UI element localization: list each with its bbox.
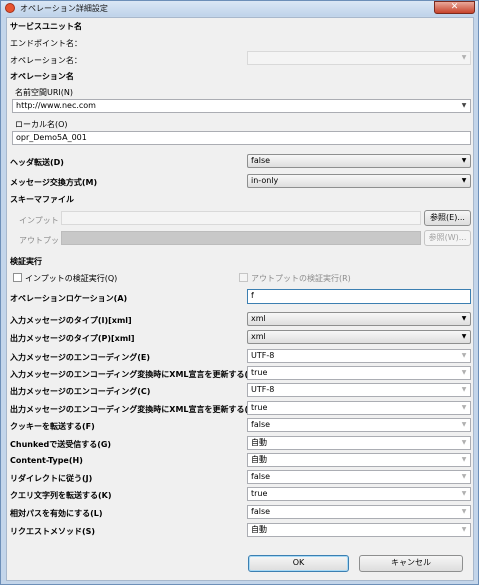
setting-value: true	[251, 403, 268, 412]
chevron-down-icon: ▼	[461, 177, 467, 184]
local-name-input[interactable]: opr_Demo5A_001	[12, 131, 471, 145]
setting-select[interactable]: xml ▼	[247, 312, 471, 326]
close-button[interactable]: ✕	[434, 1, 475, 14]
namespace-uri-value: http://www.nec.com	[16, 101, 96, 110]
schema-output-field	[61, 231, 421, 245]
validation-header: 検証実行	[10, 257, 42, 266]
setting-value: true	[251, 368, 268, 377]
setting-value: true	[251, 489, 268, 498]
setting-value: false	[251, 507, 271, 516]
chevron-down-icon: ▼	[461, 473, 467, 480]
setting-label: 相対パスを有効にする(L)	[10, 509, 103, 518]
setting-label: Chunkedで送受信する(G)	[10, 440, 112, 449]
setting-select[interactable]: 自動 ▼	[247, 436, 471, 450]
dialog-window: オペレーション詳細設定 ✕ サービスユニット名 エンドポイント名： オペレーショ…	[0, 0, 479, 585]
endpoint-label: エンドポイント名：	[10, 39, 82, 48]
close-icon: ✕	[450, 2, 459, 12]
setting-select[interactable]: false ▼	[247, 505, 471, 519]
chevron-down-icon: ▼	[461, 439, 467, 446]
operation-name-select: ▼	[247, 51, 471, 65]
browse-input-button[interactable]: 参照(E)...	[424, 210, 471, 226]
setting-label: リダイレクトに従う(J)	[10, 474, 93, 483]
setting-select[interactable]: UTF-8 ▼	[247, 383, 471, 397]
header-transfer-label: ヘッダ転送(D)	[10, 158, 64, 167]
app-icon	[5, 3, 15, 13]
chevron-down-icon: ▼	[461, 157, 467, 164]
chevron-down-icon: ▼	[461, 315, 467, 322]
chevron-down-icon: ▼	[461, 421, 467, 428]
schema-output-label: アウトプット	[19, 236, 67, 245]
setting-label: 出力メッセージのエンコーディング(C)	[10, 387, 151, 396]
chevron-down-icon: ▼	[461, 508, 467, 515]
setting-select[interactable]: false ▼	[247, 470, 471, 484]
message-exchange-value: in-only	[251, 176, 279, 185]
schema-input-field	[61, 211, 421, 225]
cancel-button[interactable]: キャンセル	[359, 555, 463, 572]
operation-name-header: オペレーション名	[10, 72, 74, 81]
chevron-down-icon: ▼	[461, 490, 467, 497]
chevron-down-icon: ▼	[461, 526, 467, 533]
operation-location-value: f	[251, 291, 254, 300]
chevron-down-icon: ▼	[461, 456, 467, 463]
local-name-value: opr_Demo5A_001	[16, 133, 87, 142]
setting-label: クエリ文字列を転送する(K)	[10, 491, 112, 500]
header-transfer-value: false	[251, 156, 271, 165]
setting-label: 出力メッセージのエンコーディング変換時にXML宣言を更新する(T)	[10, 405, 258, 414]
service-unit-header: サービスユニット名	[10, 22, 82, 31]
namespace-uri-label: 名前空間URI(N)	[15, 88, 73, 97]
title-bar[interactable]: オペレーション詳細設定 ✕	[1, 1, 478, 16]
setting-value: xml	[251, 332, 266, 341]
setting-select[interactable]: true ▼	[247, 401, 471, 415]
chevron-down-icon: ▼	[461, 54, 467, 61]
chevron-down-icon: ▼	[461, 386, 467, 393]
output-validation-checkbox	[239, 273, 248, 282]
header-transfer-select[interactable]: false ▼	[247, 154, 471, 168]
chevron-down-icon: ▼	[461, 404, 467, 411]
input-validation-label: インプットの検証実行(Q)	[25, 274, 118, 283]
namespace-uri-combo[interactable]: http://www.nec.com ▼	[12, 99, 471, 113]
browse-output-button: 参照(W)...	[424, 230, 471, 246]
setting-value: UTF-8	[251, 351, 275, 360]
setting-label: 入力メッセージのタイプ(I)[xml]	[10, 316, 132, 325]
schema-input-label: インプット	[19, 216, 59, 225]
chevron-down-icon: ▼	[461, 333, 467, 340]
setting-select[interactable]: xml ▼	[247, 330, 471, 344]
output-validation-label: アウトプットの検証実行(R)	[251, 274, 351, 283]
setting-value: false	[251, 420, 271, 429]
setting-label: 入力メッセージのエンコーディング(E)	[10, 353, 151, 362]
schema-file-header: スキーマファイル	[10, 195, 74, 204]
chevron-down-icon[interactable]: ▼	[458, 100, 470, 112]
setting-label: Content-Type(H)	[10, 456, 83, 465]
setting-select[interactable]: true ▼	[247, 487, 471, 501]
setting-label: クッキーを転送する(F)	[10, 422, 95, 431]
setting-value: 自動	[251, 525, 267, 534]
setting-label: 入力メッセージのエンコーディング変換時にXML宣言を更新する(U)	[10, 370, 259, 379]
operation-location-input[interactable]: f	[247, 289, 471, 304]
chevron-down-icon: ▼	[461, 352, 467, 359]
input-validation-checkbox[interactable]	[13, 273, 22, 282]
setting-value: UTF-8	[251, 385, 275, 394]
setting-value: 自動	[251, 455, 267, 464]
setting-select[interactable]: 自動 ▼	[247, 523, 471, 537]
chevron-down-icon: ▼	[461, 369, 467, 376]
window-title: オペレーション詳細設定	[20, 4, 108, 13]
ok-button[interactable]: OK	[248, 555, 349, 572]
setting-select[interactable]: 自動 ▼	[247, 453, 471, 467]
local-name-label: ローカル名(O)	[15, 120, 68, 129]
setting-select[interactable]: UTF-8 ▼	[247, 349, 471, 363]
setting-select[interactable]: true ▼	[247, 366, 471, 380]
setting-value: 自動	[251, 438, 267, 447]
dialog-body: サービスユニット名 エンドポイント名： オペレーション名： ▼ オペレーション名…	[6, 17, 474, 581]
message-exchange-label: メッセージ交換方式(M)	[10, 178, 98, 187]
message-exchange-select[interactable]: in-only ▼	[247, 174, 471, 188]
setting-label: リクエストメソッド(S)	[10, 527, 96, 536]
setting-value: xml	[251, 314, 266, 323]
operation-name-label: オペレーション名：	[10, 56, 82, 65]
setting-label: 出力メッセージのタイプ(P)[xml]	[10, 334, 135, 343]
setting-select[interactable]: false ▼	[247, 418, 471, 432]
operation-location-label: オペレーションロケーション(A)	[10, 294, 128, 303]
setting-value: false	[251, 472, 271, 481]
